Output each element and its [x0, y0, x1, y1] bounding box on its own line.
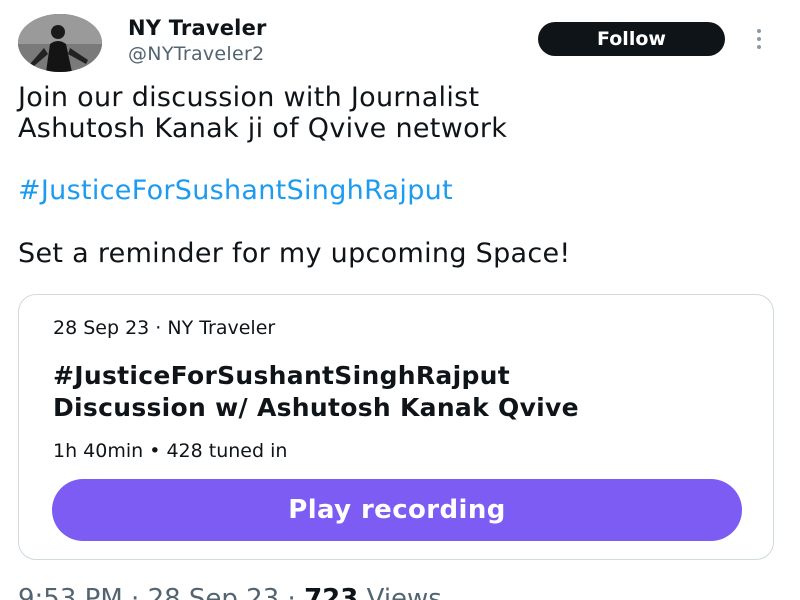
- space-meta: 28 Sep 23 · NY Traveler: [53, 317, 276, 339]
- tweet-text-line-3: Set a reminder for my upcoming Space!: [18, 238, 571, 269]
- user-handle[interactable]: @NYTraveler2: [128, 43, 265, 65]
- tweet-page: NY Traveler @NYTraveler2 Follow Join our…: [0, 0, 800, 600]
- space-title-line-1: #JusticeForSushantSinghRajput: [53, 361, 510, 390]
- space-stats: 1h 40min • 428 tuned in: [53, 440, 288, 462]
- more-vertical-icon[interactable]: [748, 24, 770, 54]
- tweet-footer: 9:53 PM · 28 Sep 23 · 723 Views: [18, 584, 442, 600]
- separator: ·: [131, 584, 140, 600]
- tweet-text-line-2: Ashutosh Kanak ji of Qvive network: [18, 113, 508, 144]
- space-title-line-2: Discussion w/ Ashutosh Kanak Qvive: [53, 393, 579, 422]
- avatar[interactable]: [18, 14, 102, 72]
- space-card[interactable]: 28 Sep 23 · NY Traveler #JusticeForSusha…: [18, 294, 774, 560]
- separator: ·: [287, 584, 296, 600]
- tweet-time[interactable]: 9:53 PM: [18, 584, 123, 600]
- views-label: Views: [366, 584, 442, 600]
- display-name[interactable]: NY Traveler: [128, 16, 267, 40]
- views-count: 723: [304, 584, 359, 600]
- hashtag-link[interactable]: #JusticeForSushantSinghRajput: [18, 175, 453, 206]
- avatar-image: [18, 14, 102, 72]
- tweet-date[interactable]: 28 Sep 23: [148, 584, 280, 600]
- follow-button[interactable]: Follow: [538, 22, 725, 56]
- play-recording-button[interactable]: Play recording: [52, 479, 742, 541]
- tweet-text-line-1: Join our discussion with Journalist: [18, 82, 480, 113]
